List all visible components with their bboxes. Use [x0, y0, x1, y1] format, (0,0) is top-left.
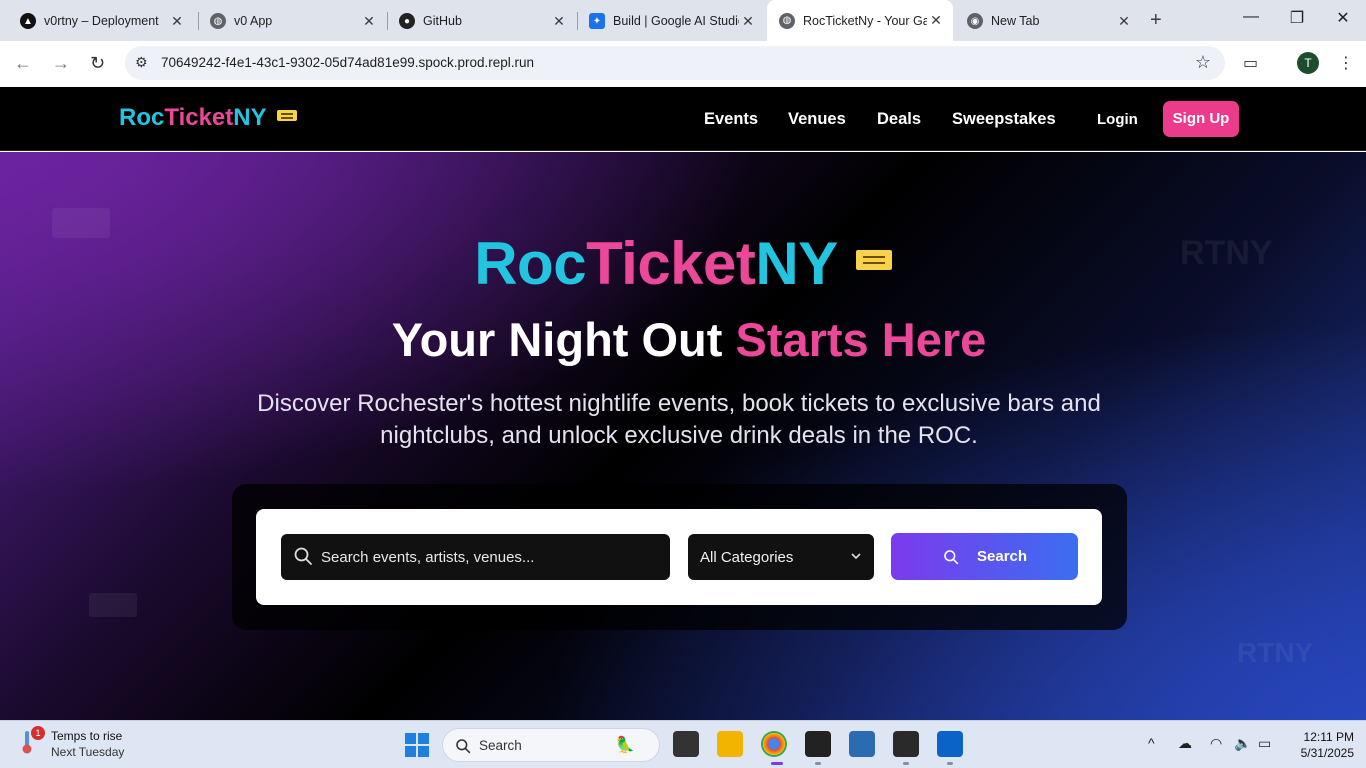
reload-icon[interactable]: ↻: [90, 53, 105, 74]
browser-toolbar: ← → ↻ ⚙ 70649242-f4e1-43c1-9302-05d74ad8…: [0, 41, 1366, 87]
notepad-icon[interactable]: [849, 731, 875, 757]
hero-section: RTNY RTNY RocTicketNY Your Night Out Sta…: [0, 152, 1366, 720]
ai-app-icon[interactable]: [805, 731, 831, 757]
vercel-icon: ▲: [20, 13, 36, 29]
tab-v0rtny[interactable]: ▲ v0rtny – Deployment ✕: [8, 6, 194, 36]
search-button[interactable]: Search: [891, 533, 1078, 580]
battery-icon[interactable]: ▭: [1258, 735, 1271, 752]
chrome-icon: ◉: [967, 13, 983, 29]
system-clock[interactable]: 12:11 PM 5/31/2025: [1284, 729, 1354, 761]
nav-events[interactable]: Events: [704, 110, 758, 129]
tab-rocticketny[interactable]: ◍ RocTicketNy - Your Ga ✕: [767, 0, 953, 41]
search-card: Search events, artists, venues... All Ca…: [256, 509, 1102, 605]
ticket-icon: [276, 110, 297, 121]
globe-icon: ◍: [210, 13, 226, 29]
watermark-text: RTNY: [1237, 637, 1314, 668]
running-app-indicator: [815, 762, 821, 765]
window-close-icon[interactable]: ✕: [1333, 8, 1353, 28]
nav-deals[interactable]: Deals: [877, 110, 921, 129]
decorative-ticket-icon: [89, 593, 137, 617]
category-value: All Categories: [700, 549, 794, 566]
profile-avatar[interactable]: T: [1297, 52, 1319, 74]
back-arrow-icon[interactable]: ←: [14, 53, 32, 74]
file-explorer-icon[interactable]: [717, 731, 743, 757]
bookmark-star-icon[interactable]: ☆: [1195, 52, 1211, 73]
search-icon: [944, 550, 959, 565]
restore-icon[interactable]: ❐: [1287, 8, 1307, 28]
login-link[interactable]: Login: [1097, 111, 1138, 128]
ai-studio-icon: ✦: [589, 13, 605, 29]
tab-new-tab[interactable]: ◉ New Tab ✕: [955, 6, 1141, 36]
site-header: RocTicketNY Events Venues Deals Sweepsta…: [0, 87, 1366, 151]
close-icon[interactable]: ✕: [927, 12, 945, 29]
terminal-icon[interactable]: [893, 731, 919, 757]
taskbar-search[interactable]: Search 🦜: [442, 728, 660, 762]
hero-subtitle: Your Night Out Starts Here: [391, 313, 987, 366]
nav-venues[interactable]: Venues: [788, 110, 846, 129]
hero-description: Discover Rochester's hottest nightlife e…: [257, 390, 1101, 449]
tab-github[interactable]: ● GitHub ✕: [387, 6, 576, 36]
windows-start-icon[interactable]: [405, 733, 429, 757]
new-tab-plus-icon[interactable]: +: [1150, 9, 1162, 32]
address-bar[interactable]: ⚙ 70649242-f4e1-43c1-9302-05d74ad81e99.s…: [125, 46, 1225, 80]
task-view-icon[interactable]: [673, 731, 699, 757]
windows-taskbar: 1 Temps to rise Next Tuesday Search 🦜 ^ …: [0, 720, 1366, 768]
search-icon: [294, 547, 312, 565]
chrome-taskbar-icon[interactable]: [761, 731, 787, 757]
tab-search-icon[interactable]: ▭: [1243, 53, 1258, 73]
close-icon[interactable]: ✕: [360, 13, 378, 30]
site-info-icon[interactable]: ⚙: [135, 54, 148, 71]
browser-tabstrip: ▲ v0rtny – Deployment ✕ ◍ v0 App ✕ ● Git…: [0, 0, 1366, 41]
cloud-icon[interactable]: ☁: [1178, 735, 1192, 752]
show-hidden-icons-icon[interactable]: ^: [1148, 735, 1155, 751]
search-input[interactable]: Search events, artists, venues...: [281, 534, 670, 580]
forward-arrow-icon[interactable]: →: [52, 53, 70, 74]
ticket-icon: [855, 250, 892, 270]
globe-icon: ◍: [779, 12, 795, 29]
running-app-indicator: [903, 762, 909, 765]
category-select[interactable]: All Categories: [688, 534, 874, 580]
tab-ai-studio[interactable]: ✦ Build | Google AI Studio ✕: [577, 6, 765, 36]
site-logo[interactable]: RocTicketNY: [119, 104, 297, 132]
close-icon[interactable]: ✕: [739, 13, 757, 30]
search-icon: [456, 739, 471, 754]
url-text[interactable]: 70649242-f4e1-43c1-9302-05d74ad81e99.spo…: [161, 55, 534, 70]
github-icon: ●: [399, 13, 415, 29]
minimize-icon[interactable]: —: [1241, 8, 1261, 26]
active-app-indicator: [771, 762, 783, 765]
signup-button[interactable]: Sign Up: [1163, 101, 1239, 137]
webpage: RocTicketNY Events Venues Deals Sweepsta…: [0, 87, 1366, 720]
volume-icon[interactable]: 🔈: [1234, 735, 1251, 752]
search-highlight-icon: 🦜: [615, 737, 635, 754]
close-icon[interactable]: ✕: [168, 13, 186, 30]
nav-sweepstakes[interactable]: Sweepstakes: [952, 110, 1056, 129]
notification-badge: 1: [31, 726, 45, 740]
hero-title: RocTicketNY: [0, 229, 1366, 298]
tab-v0-app[interactable]: ◍ v0 App ✕: [198, 6, 386, 36]
chevron-down-icon: [851, 553, 861, 560]
outlook-icon[interactable]: [937, 731, 963, 757]
menu-kebab-icon[interactable]: ⋮: [1338, 53, 1354, 73]
close-icon[interactable]: ✕: [1115, 13, 1133, 30]
wifi-icon[interactable]: ◠: [1210, 735, 1222, 752]
running-app-indicator: [947, 762, 953, 765]
close-icon[interactable]: ✕: [550, 13, 568, 30]
search-placeholder: Search events, artists, venues...: [321, 549, 535, 566]
